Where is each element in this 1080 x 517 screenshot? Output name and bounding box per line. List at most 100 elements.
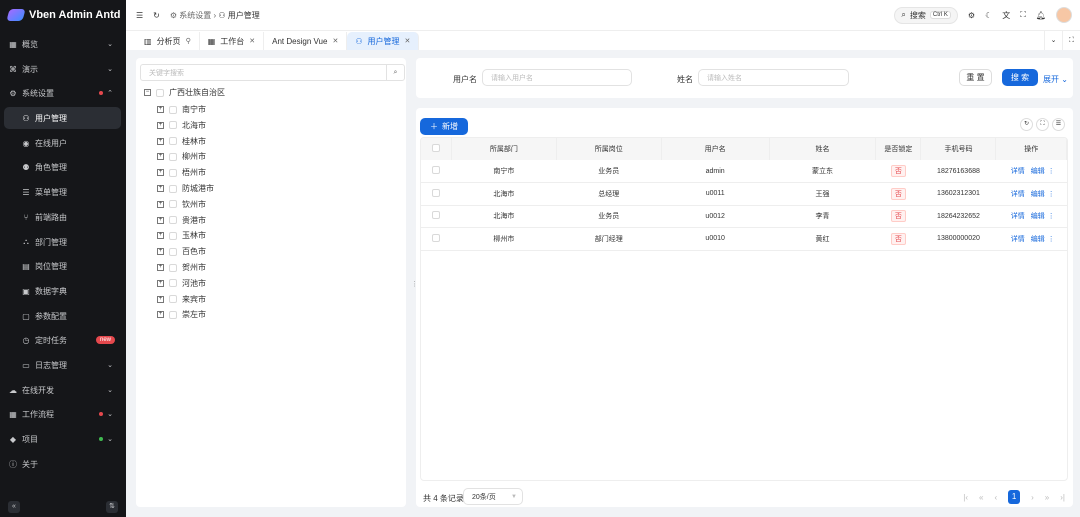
sidebar-item[interactable]: ☰ 菜单管理 [4, 181, 121, 203]
expand-icon[interactable]: + [157, 137, 164, 145]
edit-link[interactable]: 编辑 [1031, 168, 1045, 175]
sidebar-item[interactable]: ▤ 岗位管理 [4, 255, 121, 277]
detail-link[interactable]: 详情 [1011, 213, 1025, 220]
sidebar-item[interactable]: ⚉ 角色管理 [4, 156, 121, 178]
tree-checkbox[interactable] [169, 216, 177, 225]
more-icon[interactable]: ⋮ [1048, 213, 1055, 220]
page-size-select[interactable]: 20条/页 ▼ [463, 488, 523, 505]
next-page-icon[interactable]: › [1031, 493, 1034, 502]
tree-checkbox[interactable] [169, 231, 177, 240]
row-checkbox[interactable] [432, 188, 441, 197]
row-checkbox[interactable] [432, 166, 441, 174]
expand-icon[interactable]: + [157, 153, 164, 161]
expand-icon[interactable]: + [157, 232, 164, 240]
close-icon[interactable]: ✕ [332, 37, 338, 45]
sidebar-item[interactable]: ◉ 在线用户 [4, 132, 121, 154]
tree-checkbox[interactable] [169, 310, 177, 319]
expand-icon[interactable]: + [157, 248, 164, 256]
tree-node[interactable]: + 桂林市 [157, 136, 206, 147]
theme-moon-icon[interactable]: ☾ [985, 11, 992, 20]
breadcrumb-item[interactable]: 用户管理 [228, 11, 260, 20]
expand-icon[interactable]: + [157, 216, 164, 224]
sidebar-item[interactable]: ⌘ 演示 ⌄ [4, 58, 121, 80]
tree-checkbox[interactable] [169, 200, 177, 209]
add-user-button[interactable]: ＋ 新增 [420, 118, 468, 135]
tab-workbench[interactable]: ▦ 工作台 ✕ [200, 32, 265, 50]
collapse-sidebar-button[interactable]: « [8, 501, 20, 513]
row-checkbox[interactable] [432, 233, 441, 242]
maximize-icon[interactable]: ⛶ [1062, 31, 1080, 50]
settings-icon[interactable]: ⚙ [968, 11, 975, 20]
tree-node[interactable]: + 百色市 [157, 246, 206, 257]
expand-icon[interactable]: + [157, 185, 164, 192]
tree-node[interactable]: + 防城港市 [157, 183, 214, 194]
expand-link[interactable]: 展开 ⌄ [1043, 74, 1068, 85]
tree-node[interactable]: + 钦州市 [157, 199, 206, 210]
expand-icon[interactable]: + [157, 311, 164, 319]
sidebar-item[interactable]: ▣ 数据字典 [4, 280, 121, 302]
tree-checkbox[interactable] [169, 152, 177, 161]
tree-checkbox[interactable] [169, 168, 177, 177]
pin-sidebar-button[interactable]: ⇅ [106, 501, 118, 513]
first-page-icon[interactable]: |‹ [963, 493, 968, 502]
tree-checkbox[interactable] [169, 263, 177, 272]
reset-button[interactable]: 重 置 [959, 69, 992, 86]
sidebar-item[interactable]: ⛬ 部门管理 [4, 231, 121, 253]
pin-icon[interactable]: ⚲ [186, 37, 191, 45]
last-page-icon[interactable]: ›| [1060, 493, 1065, 502]
fullscreen-icon[interactable]: ⛶ [1020, 10, 1026, 20]
sidebar-item[interactable]: ☁ 在线开发 ⌄ [4, 379, 121, 401]
tab-user-management[interactable]: ⚇ 用户管理 ✕ [347, 32, 420, 50]
tree-checkbox[interactable] [169, 279, 177, 288]
refresh-icon[interactable]: ↻ [1020, 118, 1033, 131]
more-icon[interactable]: ⋮ [1048, 236, 1055, 243]
row-checkbox[interactable] [432, 211, 441, 220]
tree-node[interactable]: + 玉林市 [157, 230, 206, 241]
detail-link[interactable]: 详情 [1011, 191, 1025, 198]
language-icon[interactable]: 文 [1002, 10, 1010, 21]
fullscreen-icon[interactable]: ⛶ [1036, 118, 1049, 131]
tree-node[interactable]: + 贺州市 [157, 262, 206, 273]
close-icon[interactable]: ✕ [249, 37, 255, 45]
tree-node-root[interactable]: − 广西壮族自治区 [144, 87, 225, 98]
tree-node[interactable]: + 贵港市 [157, 215, 206, 226]
sidebar-item[interactable]: ▢ 参数配置 [4, 305, 121, 327]
tree-node[interactable]: + 南宁市 [157, 104, 206, 115]
search-icon[interactable]: ⌕ [386, 65, 404, 80]
tree-node[interactable]: + 河池市 [157, 278, 206, 289]
more-icon[interactable]: ⋮ [1048, 191, 1055, 198]
avatar[interactable] [1056, 7, 1072, 23]
tree-checkbox[interactable] [156, 88, 164, 97]
edit-link[interactable]: 编辑 [1031, 213, 1045, 220]
tree-node[interactable]: + 崇左市 [157, 309, 206, 320]
sidebar-item[interactable]: ◷ 定时任务 new [4, 329, 121, 351]
sidebar-item[interactable]: ⚇ 用户管理 [4, 107, 121, 129]
tree-node[interactable]: + 梧州市 [157, 167, 206, 178]
tree-checkbox[interactable] [169, 247, 177, 256]
expand-icon[interactable]: + [157, 169, 164, 177]
next-five-icon[interactable]: » [1045, 493, 1049, 502]
sidebar-item[interactable]: ▦ 工作流程 ⌄ [4, 403, 121, 425]
expand-icon[interactable]: + [157, 121, 164, 129]
sidebar-item[interactable]: ▦ 概览 ⌄ [4, 33, 121, 55]
edit-link[interactable]: 编辑 [1031, 191, 1045, 198]
close-icon[interactable]: ✕ [404, 37, 410, 45]
expand-icon[interactable]: + [157, 279, 164, 287]
tree-checkbox[interactable] [169, 137, 177, 146]
menu-toggle-icon[interactable]: ☰ [136, 11, 143, 20]
username-input[interactable]: 请输入用户名 [482, 69, 632, 86]
more-icon[interactable]: ⋮ [1048, 168, 1055, 175]
breadcrumb-item[interactable]: 系统设置 [179, 11, 211, 20]
expand-icon[interactable]: + [157, 295, 164, 303]
tree-checkbox[interactable] [169, 121, 177, 130]
select-all-checkbox[interactable] [432, 144, 441, 152]
expand-icon[interactable]: + [157, 264, 164, 271]
name-input[interactable]: 请输入姓名 [698, 69, 849, 86]
prev-page-icon[interactable]: ‹ [994, 493, 997, 502]
tab-antdv[interactable]: Ant Design Vue ✕ [264, 32, 348, 50]
refresh-icon[interactable]: ↻ [153, 11, 160, 20]
tree-node[interactable]: + 北海市 [157, 120, 206, 131]
expand-icon[interactable]: + [157, 106, 164, 113]
sidebar-item[interactable]: ⑂ 前端路由 [4, 206, 121, 228]
tab-analysis[interactable]: ▥ 分析页 ⚲ [136, 32, 200, 50]
